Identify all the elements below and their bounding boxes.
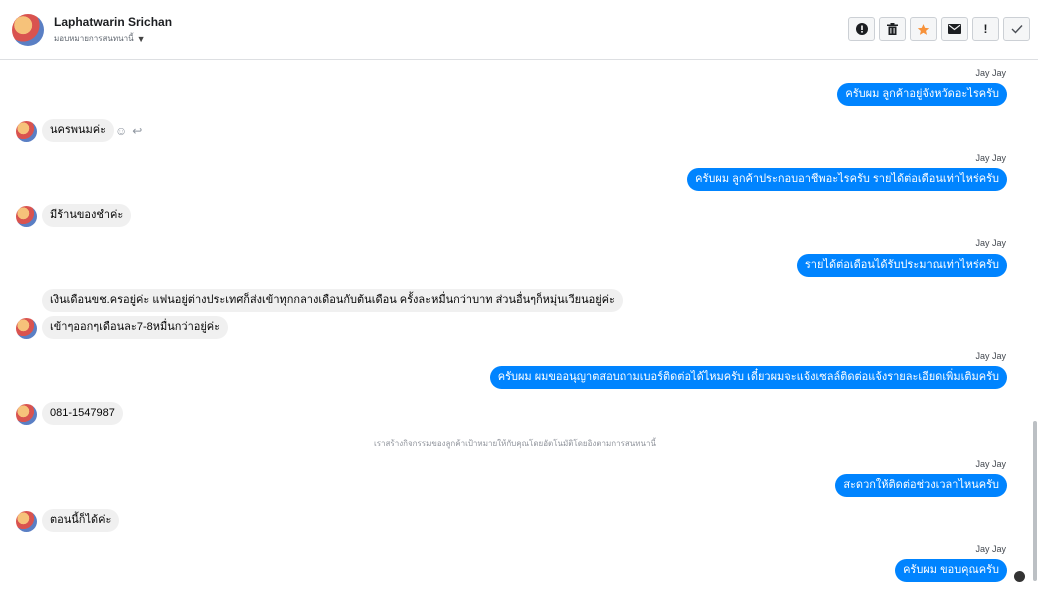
assign-label: มอบหมายการสนทนานี้	[54, 34, 134, 43]
star-button[interactable]	[910, 17, 937, 41]
contact-name[interactable]: Laphatwarin Srichan	[54, 15, 172, 29]
mark-spam-button[interactable]	[848, 17, 875, 41]
incoming-message[interactable]: 081-1547987	[42, 402, 123, 425]
contact-avatar-small[interactable]	[16, 404, 37, 425]
contact-avatar[interactable]	[12, 14, 44, 46]
sender-name: Jay Jay	[975, 153, 1006, 163]
message-actions: ☺ ↩	[115, 124, 142, 138]
system-notice: เราสร้างกิจกรรมของลูกค้าเป้าหมายให้กับคุ…	[374, 439, 656, 448]
mark-unread-button[interactable]	[941, 17, 968, 41]
seen-indicator-avatar	[1014, 571, 1025, 582]
message-thread[interactable]: Jay Jay ครับผม ลูกค้าอยู่จังหวัดอะไรครับ…	[0, 61, 1032, 598]
envelope-icon	[948, 24, 961, 34]
incoming-message[interactable]: นครพนมค่ะ	[42, 119, 115, 142]
contact-avatar-small[interactable]	[16, 121, 37, 142]
outgoing-message[interactable]: ครับผม ลูกค้าประกอบอาชีพอะไรครับ รายได้ต…	[687, 168, 1007, 191]
sender-name: Jay Jay	[975, 459, 1006, 469]
incoming-message[interactable]: มีร้านของชำค่ะ	[42, 204, 132, 227]
incoming-message[interactable]: ตอนนี้ก็ได้ค่ะ	[42, 509, 120, 532]
conversation-header: Laphatwarin Srichan มอบหมายการสนทนานี้ ▼…	[0, 0, 1038, 60]
outgoing-message[interactable]: รายได้ต่อเดือนได้รับประมาณเท่าไหร่ครับ	[796, 254, 1007, 277]
star-icon	[917, 23, 930, 35]
contact-avatar-small[interactable]	[16, 318, 37, 339]
outgoing-message[interactable]: ครับผม ขอบคุณครับ	[895, 559, 1007, 582]
assign-conversation-dropdown[interactable]: มอบหมายการสนทนานี้ ▼	[54, 32, 146, 45]
outgoing-message[interactable]: ครับผม ผมขออนุญาตสอบถามเบอร์ติดต่อได้ไหม…	[489, 366, 1007, 389]
alert-circle-icon	[855, 23, 868, 35]
incoming-message[interactable]: เงินเดือนขช.ครอยู่ค่ะ แฟนอยู่ต่างประเทศก…	[42, 289, 623, 312]
delete-button[interactable]	[879, 17, 906, 41]
conversation-toolbar: !	[848, 17, 1030, 41]
outgoing-message[interactable]: ครับผม ลูกค้าอยู่จังหวัดอะไรครับ	[837, 83, 1007, 106]
outgoing-message[interactable]: สะดวกให้ติดต่อช่วงเวลาไหนครับ	[835, 474, 1007, 497]
follow-up-button[interactable]: !	[972, 17, 999, 41]
contact-avatar-small[interactable]	[16, 206, 37, 227]
trash-icon	[887, 23, 898, 35]
contact-avatar-small[interactable]	[16, 511, 37, 532]
caret-down-icon: ▼	[136, 33, 146, 44]
check-icon	[1011, 25, 1023, 34]
chat-scrollbar[interactable]	[1033, 421, 1037, 581]
sender-name: Jay Jay	[975, 544, 1006, 554]
reply-icon[interactable]: ↩	[132, 124, 142, 138]
emoji-reaction-icon[interactable]: ☺	[115, 124, 127, 138]
mark-done-button[interactable]	[1003, 17, 1030, 41]
exclamation-icon: !	[983, 22, 988, 36]
sender-name: Jay Jay	[975, 68, 1006, 78]
sender-name: Jay Jay	[975, 351, 1006, 361]
incoming-message[interactable]: เข้าๆออกๆเดือนละ7-8หมื่นกว่าอยู่ค่ะ	[42, 316, 229, 339]
sender-name: Jay Jay	[975, 238, 1006, 248]
